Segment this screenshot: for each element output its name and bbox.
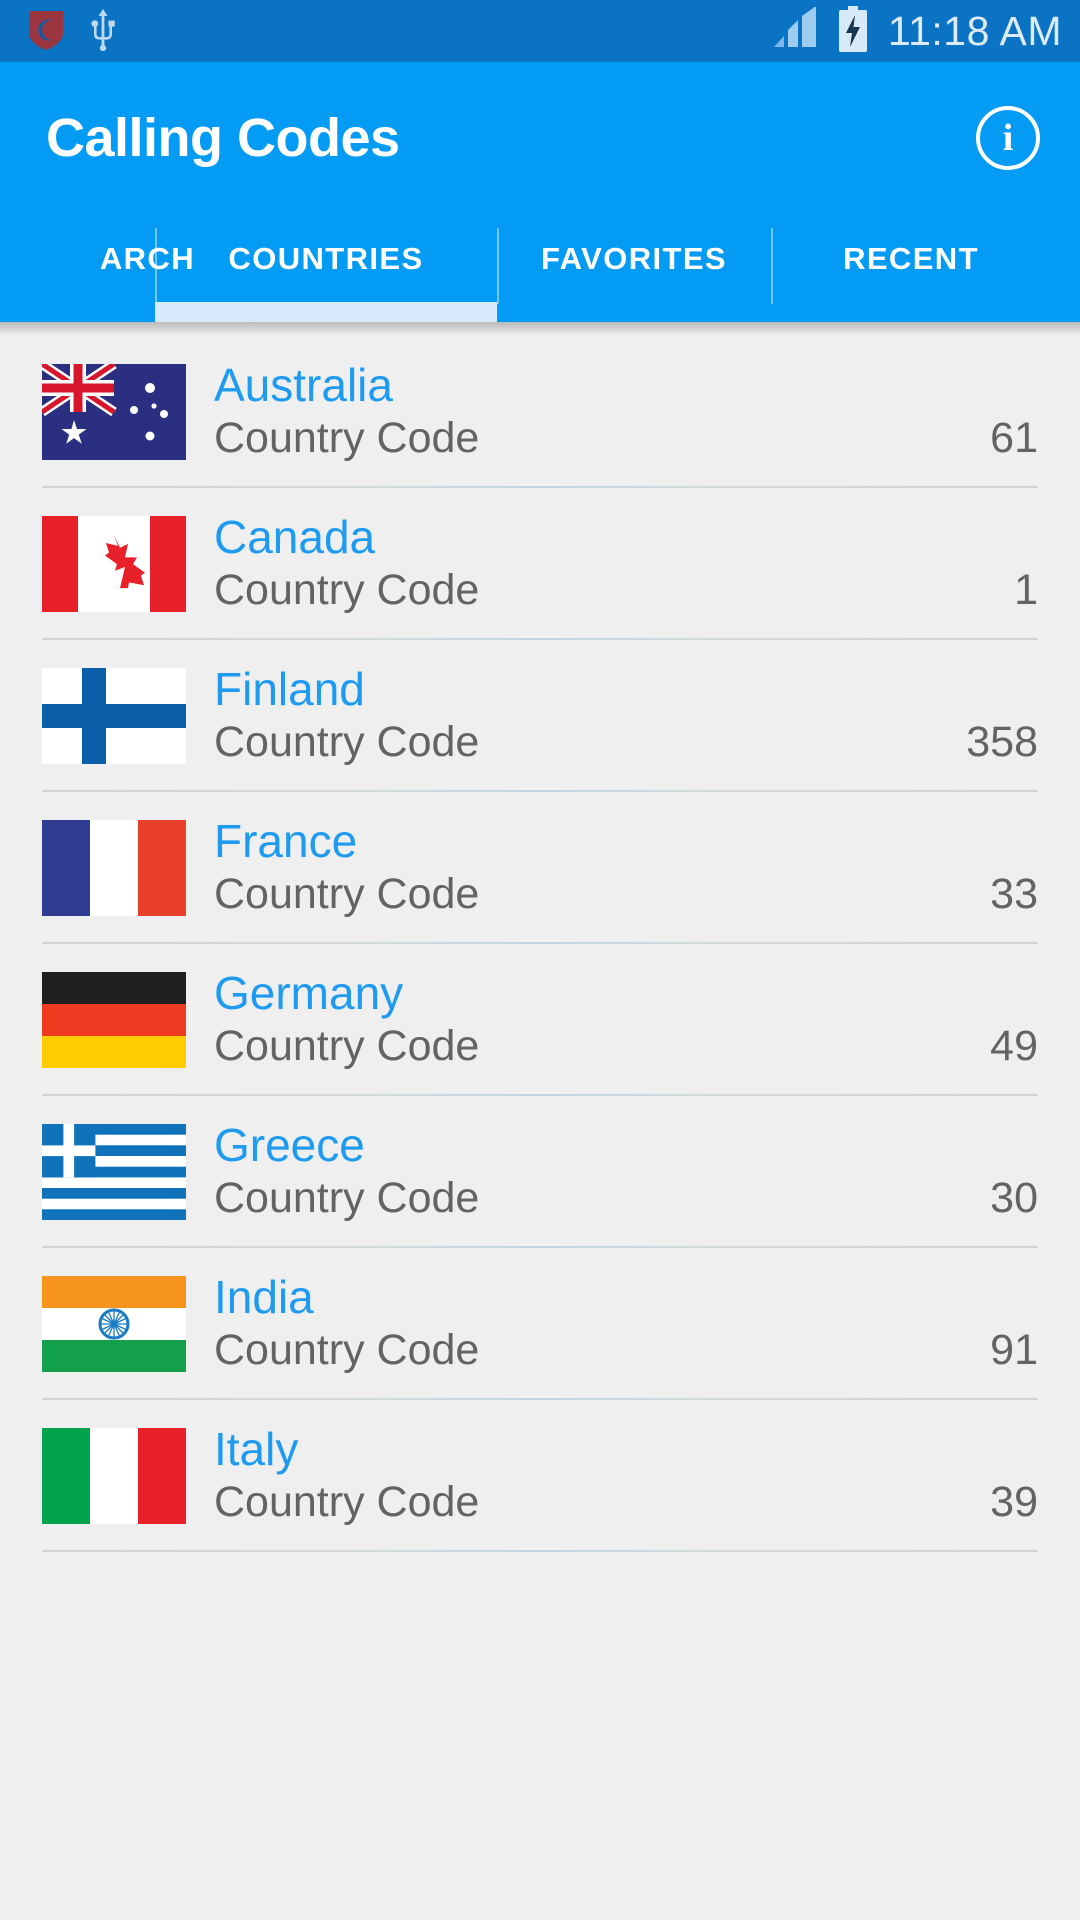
list-item-body: India Country Code 91 xyxy=(214,1271,1038,1375)
flag-greece-icon xyxy=(42,1124,186,1220)
country-code-label: Country Code xyxy=(214,1173,480,1222)
shield-icon xyxy=(26,7,66,56)
flag-india-icon xyxy=(42,1276,186,1372)
flag-australia-icon xyxy=(42,364,186,460)
list-item[interactable]: India Country Code 91 xyxy=(0,1248,1080,1400)
country-name: Canada xyxy=(214,511,376,564)
country-name: France xyxy=(214,815,358,868)
country-code-line: Country Code 1 xyxy=(214,566,1038,615)
tab-divider xyxy=(497,228,499,304)
country-code-label: Country Code xyxy=(214,413,480,462)
info-icon[interactable]: i xyxy=(976,106,1040,170)
tab-recent[interactable]: RECENT xyxy=(771,214,1051,322)
list-item[interactable]: Greece Country Code 30 xyxy=(0,1096,1080,1248)
flag-italy-icon xyxy=(42,1428,186,1524)
country-code-line: Country Code 39 xyxy=(214,1478,1038,1527)
country-code-line: Country Code 91 xyxy=(214,1326,1038,1375)
country-code-label: Country Code xyxy=(214,565,480,614)
list-item-body: Italy Country Code 39 xyxy=(214,1423,1038,1527)
list-item-body: Canada Country Code 1 xyxy=(214,511,1038,615)
country-name: Australia xyxy=(214,359,393,412)
country-name: Greece xyxy=(214,1119,365,1172)
tab-countries[interactable]: COUNTRIES xyxy=(155,214,497,322)
tab-recent-label: RECENT xyxy=(843,241,979,276)
status-bar: 11:18 AM xyxy=(0,0,1080,62)
tab-favorites-label: FAVORITES xyxy=(541,241,727,276)
status-bar-right-icons: 11:18 AM xyxy=(770,5,1062,57)
country-code-label: Country Code xyxy=(214,1477,480,1526)
country-code-value: 61 xyxy=(990,413,1038,462)
app-bar-shadow xyxy=(0,322,1080,336)
status-bar-left-icons xyxy=(26,7,116,56)
country-code-line: Country Code 30 xyxy=(214,1174,1038,1223)
country-code-value: 1 xyxy=(1014,565,1038,614)
row-divider xyxy=(42,1550,1038,1552)
country-code-label: Country Code xyxy=(214,869,480,918)
country-code-label: Country Code xyxy=(214,1021,480,1070)
usb-icon xyxy=(90,7,116,56)
list-item[interactable]: Finland Country Code 358 xyxy=(0,640,1080,792)
list-item-body: France Country Code 33 xyxy=(214,815,1038,919)
country-code-value: 30 xyxy=(990,1173,1038,1222)
list-item-body: Germany Country Code 49 xyxy=(214,967,1038,1071)
country-list: Australia Country Code 61 Canada Country… xyxy=(0,336,1080,1552)
country-code-label: Country Code xyxy=(214,717,480,766)
flag-canada-icon xyxy=(42,516,186,612)
tab-divider xyxy=(771,228,773,304)
country-code-value: 358 xyxy=(966,717,1038,766)
flag-france-icon xyxy=(42,820,186,916)
country-code-value: 49 xyxy=(990,1021,1038,1070)
list-item[interactable]: France Country Code 33 xyxy=(0,792,1080,944)
flag-germany-icon xyxy=(42,972,186,1068)
page-title: Calling Codes xyxy=(46,108,400,168)
tab-selected-indicator xyxy=(155,302,497,322)
tab-strip: ARCH COUNTRIES FAVORITES RECENT xyxy=(0,214,1080,322)
country-code-line: Country Code 358 xyxy=(214,718,1038,767)
flag-finland-icon xyxy=(42,668,186,764)
country-name: Germany xyxy=(214,967,404,1020)
country-name: Italy xyxy=(214,1423,299,1476)
country-name: India xyxy=(214,1271,314,1324)
country-code-value: 33 xyxy=(990,869,1038,918)
tab-favorites[interactable]: FAVORITES xyxy=(497,214,771,322)
status-bar-clock: 11:18 AM xyxy=(887,7,1062,54)
list-item-body: Finland Country Code 358 xyxy=(214,663,1038,767)
list-item[interactable]: Australia Country Code 61 xyxy=(0,336,1080,488)
country-code-label: Country Code xyxy=(214,1325,480,1374)
list-item[interactable]: Italy Country Code 39 xyxy=(0,1400,1080,1552)
signal-icon xyxy=(770,5,822,56)
country-code-line: Country Code 49 xyxy=(214,1022,1038,1071)
tab-divider xyxy=(155,228,157,304)
list-item[interactable]: Germany Country Code 49 xyxy=(0,944,1080,1096)
country-code-value: 39 xyxy=(990,1477,1038,1526)
list-item[interactable]: Canada Country Code 1 xyxy=(0,488,1080,640)
app-bar-top: Calling Codes i xyxy=(0,62,1080,214)
country-code-line: Country Code 33 xyxy=(214,870,1038,919)
country-code-line: Country Code 61 xyxy=(214,414,1038,463)
country-name: Finland xyxy=(214,663,365,716)
battery-charging-icon xyxy=(836,5,870,57)
country-code-value: 91 xyxy=(990,1325,1038,1374)
tab-countries-label: COUNTRIES xyxy=(228,241,424,276)
list-item-body: Australia Country Code 61 xyxy=(214,359,1038,463)
list-item-body: Greece Country Code 30 xyxy=(214,1119,1038,1223)
tab-search[interactable]: ARCH xyxy=(0,214,194,322)
app-bar: Calling Codes i ARCH COUNTRIES FAVORITES… xyxy=(0,62,1080,322)
